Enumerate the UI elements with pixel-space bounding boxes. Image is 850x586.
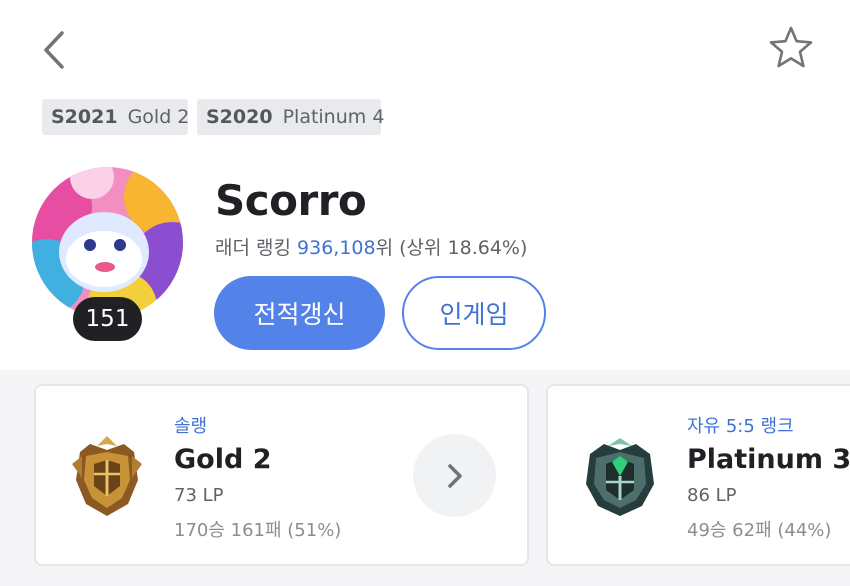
ladder-label: 래더 랭킹 — [215, 237, 291, 259]
ladder-suffix: 위 — [375, 237, 394, 259]
back-button[interactable] — [36, 28, 76, 72]
ingame-button[interactable]: 인게임 — [402, 276, 546, 350]
ladder-rank: 936,108 — [297, 237, 376, 259]
league-points: 86 LP — [687, 485, 737, 506]
favorite-button[interactable] — [766, 24, 816, 72]
queue-label: 솔랭 — [174, 416, 208, 437]
season-tag-2020: S2020 Platinum 4 — [197, 99, 384, 135]
profile-icon-avatar — [32, 167, 183, 318]
star-outline-icon — [769, 26, 813, 68]
top-bar — [0, 0, 850, 95]
renew-button[interactable]: 전적갱신 — [214, 276, 385, 350]
tier-name: Platinum 3 — [687, 444, 850, 475]
ladder-ranking: 래더 랭킹 936,108위 (상위 18.64%) — [215, 233, 527, 260]
level-badge: 151 — [73, 297, 142, 341]
tier-name: Gold 2 — [174, 444, 272, 475]
win-loss-record: 49승 62패 (44%) — [687, 520, 832, 541]
season-tier: Gold 2 — [127, 106, 190, 128]
chevron-left-icon — [44, 31, 64, 69]
rank-detail-button[interactable] — [413, 434, 496, 517]
win-loss-record: 170승 161패 (51%) — [174, 520, 342, 541]
chevron-right-icon — [447, 463, 462, 488]
season-tag-2021: S2021 Gold 2 — [42, 99, 190, 135]
season-year: S2020 — [206, 106, 273, 128]
ladder-top-percent: (상위 18.64%) — [399, 237, 528, 259]
queue-label: 자유 5:5 랭크 — [687, 416, 794, 437]
season-year: S2021 — [51, 106, 118, 128]
season-tier: Platinum 4 — [282, 106, 385, 128]
league-points: 73 LP — [174, 485, 224, 506]
summoner-name: Scorro — [215, 176, 367, 225]
gold-emblem-icon — [72, 436, 142, 516]
platinum-emblem-icon — [586, 438, 654, 516]
